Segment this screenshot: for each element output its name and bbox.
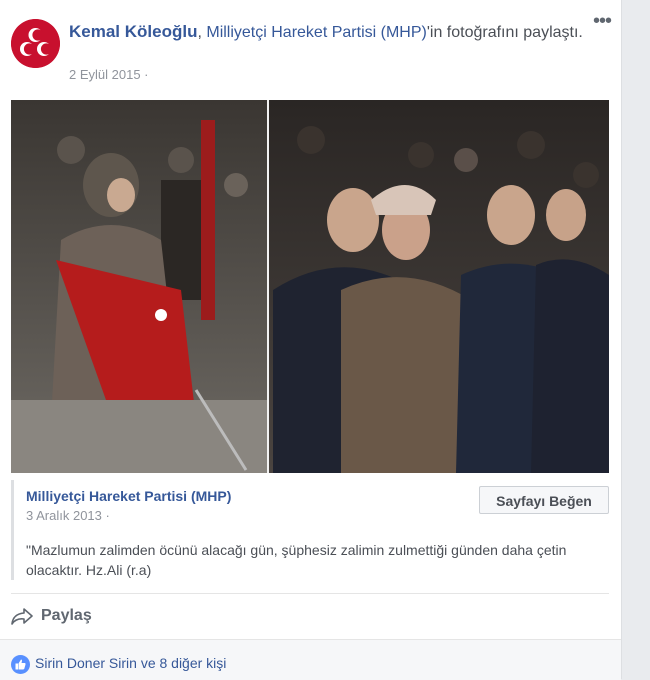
reactions-bar: Sirin Doner Sirin ve 8 diğer kişi (0, 639, 621, 680)
reactions-text[interactable]: Sirin Doner Sirin ve 8 diğer kişi (35, 655, 226, 671)
page-link[interactable]: Milliyetçi Hareket Partisi (MHP) (206, 24, 426, 41)
thumbs-up-icon (15, 659, 26, 670)
shared-page-name[interactable]: Milliyetçi Hareket Partisi (MHP) (26, 488, 231, 504)
post-card: Kemal Köleoğlu, Milliyetçi Hareket Parti… (0, 0, 622, 680)
post-header: Kemal Köleoğlu, Milliyetçi Hareket Parti… (69, 20, 589, 44)
like-page-button[interactable]: Sayfayı Beğen (479, 486, 609, 514)
shared-photo-text: 'in fotoğrafını paylaştı. (426, 24, 583, 41)
photo-image (11, 100, 609, 473)
post-date[interactable]: 2 Eylül 2015 · (69, 67, 149, 82)
shared-page-attachment: Milliyetçi Hareket Partisi (MHP) 3 Aralı… (11, 480, 612, 580)
like-reaction-icon[interactable] (11, 655, 30, 674)
more-options-icon[interactable]: ••• (593, 11, 613, 34)
divider (11, 593, 609, 594)
share-button[interactable]: Paylaş (11, 604, 92, 628)
avatar[interactable] (11, 19, 60, 68)
post-photo[interactable] (11, 100, 609, 473)
share-arrow-icon (11, 608, 33, 625)
shared-quote: "Mazlumun zalimden öcünü alacağı gün, şü… (26, 542, 567, 578)
shared-page-date[interactable]: 3 Aralık 2013 · (26, 508, 110, 523)
mhp-logo-icon (11, 19, 60, 68)
author-name[interactable]: Kemal Köleoğlu (69, 22, 197, 41)
share-label: Paylaş (41, 607, 92, 624)
